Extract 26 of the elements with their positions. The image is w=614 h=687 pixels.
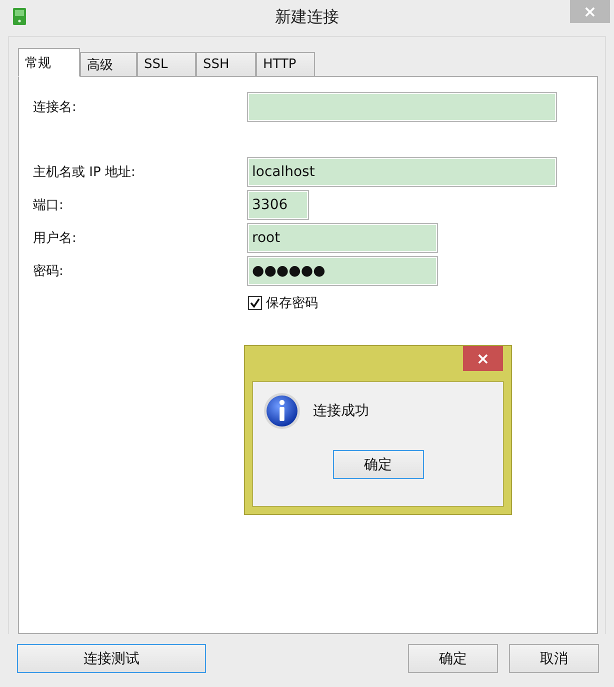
book-icon — [13, 8, 26, 25]
ok-button[interactable]: 确定 — [332, 450, 424, 479]
field-label: 用户名: — [33, 230, 78, 247]
field-label: 主机名或 IP 地址: — [33, 164, 136, 181]
tab[interactable]: SSH — [196, 52, 256, 76]
tab[interactable]: SSL — [137, 52, 196, 76]
input-field[interactable]: root — [247, 223, 438, 253]
field-label: 端口: — [33, 197, 64, 214]
tab[interactable]: HTTP — [256, 52, 315, 76]
info-icon — [263, 392, 301, 430]
checkbox-label: 保存密码 — [266, 295, 318, 312]
input-field[interactable]: localhost — [247, 157, 557, 187]
field-label: 密码: — [33, 263, 64, 280]
message-text: 连接成功 — [313, 402, 369, 420]
input-field[interactable] — [247, 92, 557, 122]
checkbox[interactable] — [248, 296, 262, 310]
dialog-button[interactable]: 连接测试 — [17, 644, 206, 673]
input-field[interactable]: 3306 — [247, 190, 309, 220]
window-title: 新建连接 — [275, 6, 339, 28]
close-button[interactable]: × — [463, 346, 503, 371]
dialog-button[interactable]: 确定 — [408, 644, 498, 673]
dialog-button[interactable]: 取消 — [509, 644, 599, 673]
tab[interactable]: 高级 — [80, 52, 137, 76]
field-label: 连接名: — [33, 99, 78, 116]
tab[interactable]: 常规 — [18, 48, 80, 77]
input-field[interactable]: ●●●●●● — [247, 256, 438, 286]
